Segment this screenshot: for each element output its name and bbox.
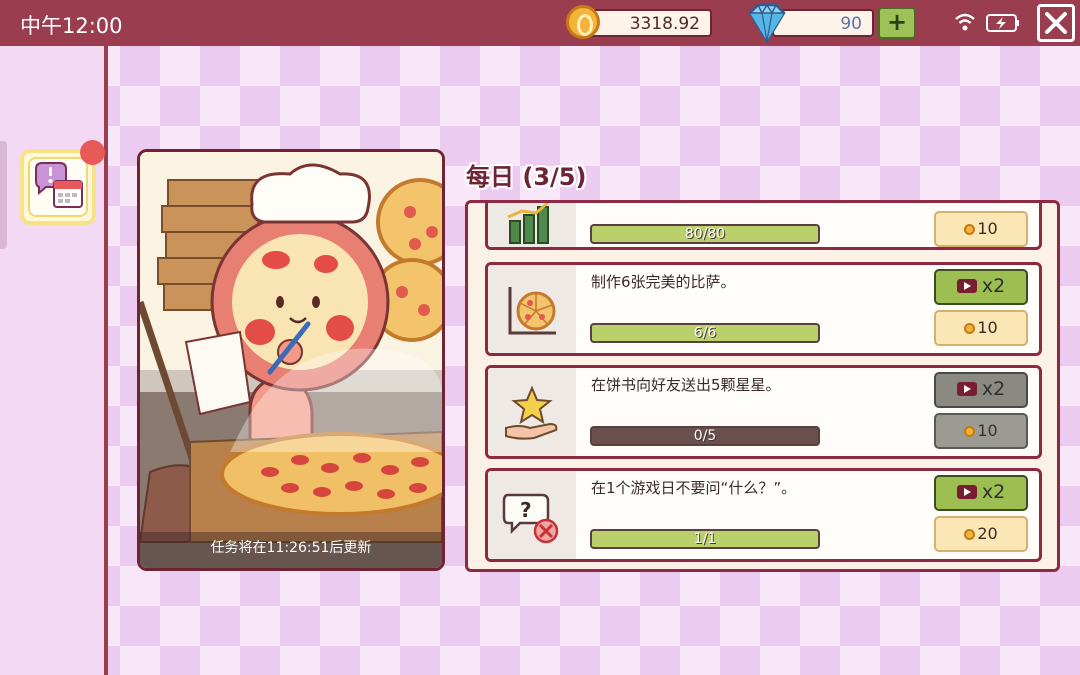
claim-reward-button[interactable]: 10	[934, 211, 1028, 247]
coin-icon	[964, 224, 976, 235]
notification-badge	[80, 140, 105, 165]
claim-reward-button[interactable]: 10	[934, 310, 1028, 346]
coin-icon	[964, 529, 976, 540]
bar-chart-icon	[507, 203, 550, 244]
clock: 中午12:00	[20, 14, 123, 38]
question-ban-icon: ?	[502, 493, 559, 544]
coin-balance: 3318.92	[588, 9, 712, 37]
claim-reward-button[interactable]: 20	[934, 516, 1028, 552]
task-item: 80/80 10	[485, 203, 1042, 250]
daily-tasks-title: 每日 (3/5)	[466, 163, 587, 191]
watch-ad-double-button[interactable]: x2	[934, 372, 1028, 408]
wifi-icon	[955, 13, 975, 31]
battery-icon	[986, 14, 1019, 32]
task-list-panel[interactable]: 80/80 10 制作6张完美的比萨。 6/6 x2 10 在饼书向好友送出5颗…	[465, 200, 1060, 572]
task-description: 制作6张完美的比萨。	[591, 273, 736, 291]
diamond-icon	[748, 3, 786, 43]
chef-illustration-card: 任务将在11:26:51后更新	[137, 149, 445, 571]
task-item: 制作6张完美的比萨。 6/6 x2 10	[485, 262, 1042, 356]
task-progress-bar: 0/5	[590, 426, 820, 446]
task-progress-bar: 80/80	[590, 224, 820, 244]
star-hand-icon	[505, 385, 558, 440]
task-item: 在饼书向好友送出5颗星星。 0/5 x2 10	[485, 365, 1042, 459]
task-progress-bar: 6/6	[590, 323, 820, 343]
refresh-timer-caption: 任务将在11:26:51后更新	[140, 532, 442, 568]
add-gems-button[interactable]: +	[878, 7, 916, 39]
video-play-icon	[956, 485, 977, 499]
task-item: ? 在1个游戏日不要问“什么？”。 1/1 x2 20	[485, 468, 1042, 562]
task-progress-bar: 1/1	[590, 529, 820, 549]
chef-pepperoni-illustration	[140, 152, 442, 568]
top-status-bar: 中午12:00 3318.92 90 +	[0, 0, 1080, 46]
coin-icon	[964, 323, 976, 334]
task-description: 在1个游戏日不要问“什么？”。	[591, 479, 797, 497]
close-button[interactable]	[1037, 4, 1075, 42]
coin-icon	[964, 426, 976, 437]
pizza-measure-icon	[508, 287, 556, 335]
close-icon	[1045, 12, 1067, 34]
claim-reward-button[interactable]: 10	[934, 413, 1028, 449]
calendar-chat-icon	[35, 162, 83, 208]
video-play-icon	[956, 382, 977, 396]
watch-ad-double-button[interactable]: x2	[934, 475, 1028, 511]
watch-ad-double-button[interactable]: x2	[934, 269, 1028, 305]
svg-text:?: ?	[520, 498, 532, 522]
sidebar-handle[interactable]	[0, 141, 7, 249]
video-play-icon	[956, 279, 977, 293]
task-description: 在饼书向好友送出5颗星星。	[591, 376, 781, 394]
coin-icon	[566, 5, 600, 39]
